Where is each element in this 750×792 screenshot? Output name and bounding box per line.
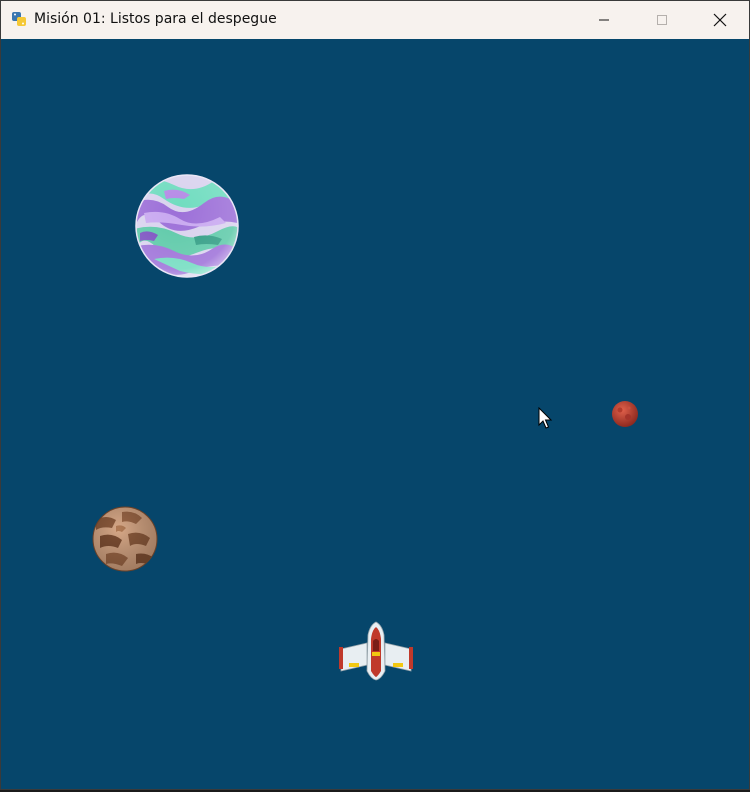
title-bar[interactable]: Misión 01: Listos para el despegue: [1, 1, 749, 40]
player-spaceship: [339, 621, 413, 681]
game-canvas[interactable]: [1, 39, 749, 789]
close-icon: [713, 13, 727, 27]
minimize-icon: [599, 19, 609, 21]
maximize-icon: [657, 15, 667, 25]
game-window: Misión 01: Listos para el despegue: [0, 0, 750, 790]
maximize-button[interactable]: [633, 1, 691, 39]
minimize-button[interactable]: [575, 1, 633, 39]
window-title: Misión 01: Listos para el despegue: [34, 11, 277, 27]
close-button[interactable]: [691, 1, 749, 39]
arrow-cursor-icon: [538, 407, 553, 429]
red-planet: [612, 401, 638, 427]
brown-planet: [92, 506, 158, 572]
purple-green-planet: [135, 174, 239, 278]
python-icon: [12, 12, 26, 26]
